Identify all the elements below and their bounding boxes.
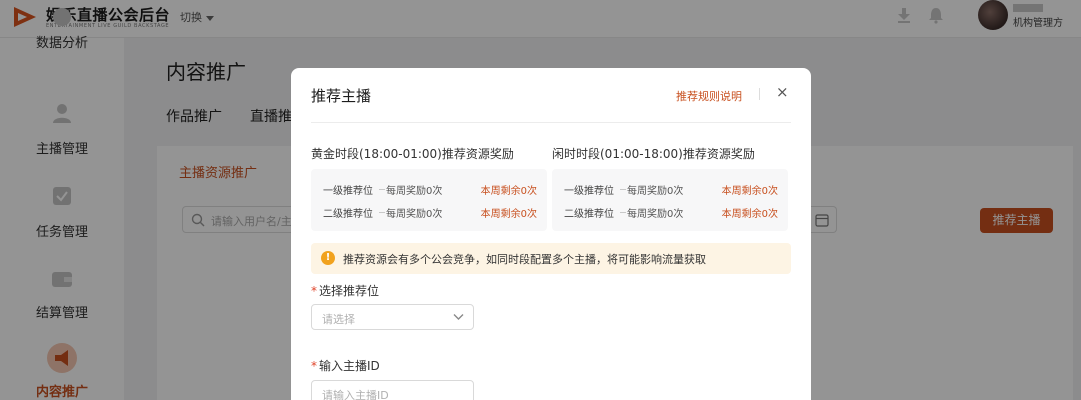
slot-level: 二级推荐位 (564, 209, 614, 220)
rule-description-link[interactable]: 推荐规则说明 (676, 88, 742, 104)
weekly-reward: 每周奖励0次 (627, 209, 684, 220)
weekly-remaining: 本周剩余0次 (721, 209, 778, 220)
weekly-remaining: 本周剩余0次 (480, 209, 537, 220)
required-mark: * (311, 284, 317, 298)
weekly-remaining: 本周剩余0次 (480, 186, 537, 197)
weekly-remaining: 本周剩余0次 (721, 186, 778, 197)
divider (311, 122, 791, 123)
divider (620, 189, 626, 190)
weekly-reward: 每周奖励0次 (627, 186, 684, 197)
slot-field-label: * 选择推荐位 (311, 282, 379, 299)
idle-time-card: 一级推荐位 每周奖励0次 本周剩余0次 二级推荐位 每周奖励0次 本周剩余0次 (552, 169, 788, 231)
required-mark: * (311, 359, 317, 373)
anchor-placeholder: 请输入主播ID (322, 389, 389, 400)
divider (620, 212, 626, 213)
reward-row: 二级推荐位 每周奖励0次 本周剩余0次 (564, 205, 778, 220)
slot-level: 一级推荐位 (564, 186, 614, 197)
slot-select[interactable]: 请选择 (311, 304, 474, 330)
golden-time-card: 一级推荐位 每周奖励0次 本周剩余0次 二级推荐位 每周奖励0次 本周剩余0次 (311, 169, 547, 231)
anchor-id-input[interactable]: 请输入主播ID (311, 380, 474, 400)
anchor-label-text: 输入主播ID (319, 359, 380, 373)
recommend-anchor-dialog: 推荐主播 推荐规则说明 × 黄金时段(18:00-01:00)推荐资源奖励 一级… (291, 68, 811, 400)
slot-level: 二级推荐位 (323, 209, 373, 220)
divider (759, 88, 760, 100)
close-icon[interactable]: × (776, 85, 789, 100)
divider (379, 189, 385, 190)
idle-time-title: 闲时时段(01:00-18:00)推荐资源奖励 (552, 147, 755, 161)
golden-time-title: 黄金时段(18:00-01:00)推荐资源奖励 (311, 147, 514, 161)
competition-notice: ! 推荐资源会有多个公会竞争，如同时段配置多个主播，将可能影响流量获取 (311, 243, 791, 274)
chevron-down-icon (453, 314, 464, 320)
reward-row: 一级推荐位 每周奖励0次 本周剩余0次 (564, 182, 778, 197)
notice-text: 推荐资源会有多个公会竞争，如同时段配置多个主播，将可能影响流量获取 (343, 253, 706, 266)
anchor-id-label: * 输入主播ID (311, 357, 380, 374)
slot-placeholder: 请选择 (322, 313, 355, 326)
warning-icon: ! (321, 251, 335, 265)
reward-row: 二级推荐位 每周奖励0次 本周剩余0次 (323, 205, 537, 220)
slot-level: 一级推荐位 (323, 186, 373, 197)
weekly-reward: 每周奖励0次 (386, 186, 443, 197)
dialog-title: 推荐主播 (311, 87, 372, 105)
slot-label-text: 选择推荐位 (319, 284, 380, 298)
weekly-reward: 每周奖励0次 (386, 209, 443, 220)
divider (379, 212, 385, 213)
reward-row: 一级推荐位 每周奖励0次 本周剩余0次 (323, 182, 537, 197)
